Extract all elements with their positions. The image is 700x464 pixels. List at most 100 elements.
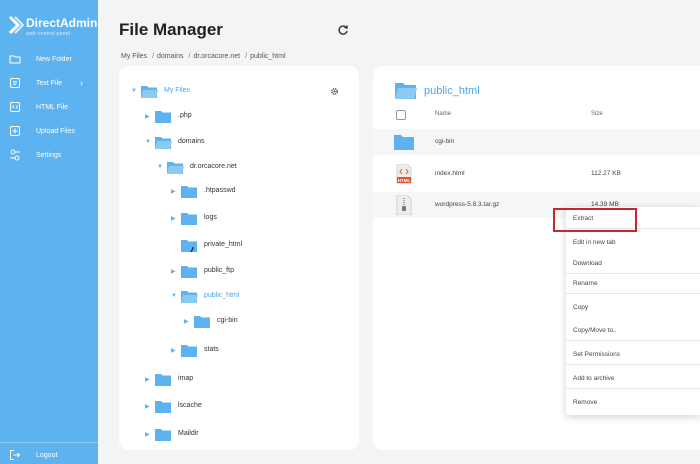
menu-item-label: Copy/Move to..	[573, 327, 617, 334]
menu-item-label: Copy	[573, 304, 589, 311]
tree-node[interactable]: ▶ lscache	[145, 399, 325, 417]
text-file-icon	[10, 78, 20, 88]
tree-node[interactable]: ▶ .htpasswd	[171, 184, 331, 202]
tree-node[interactable]: private_html	[171, 238, 331, 256]
menu-item-add-to-archive[interactable]: Add to archive	[566, 369, 700, 389]
caret-right-icon[interactable]: ▶	[145, 403, 153, 410]
menu-item-copy-move-to[interactable]: Copy/Move to..	[566, 321, 700, 341]
folder-icon	[181, 186, 197, 198]
tree-node[interactable]: ▶ stats	[171, 343, 331, 361]
caret-right-icon[interactable]: ▶	[171, 188, 179, 195]
sidebar-item-upload-files[interactable]: Upload Files	[0, 120, 98, 142]
caret-down-icon[interactable]: ▼	[131, 88, 139, 94]
caret-right-icon[interactable]: ▶	[145, 113, 153, 120]
caret-right-icon[interactable]: ▶	[171, 268, 179, 275]
sidebar-item-new-folder[interactable]: New Folder	[0, 48, 98, 70]
gear-icon[interactable]	[330, 87, 339, 96]
caret-down-icon[interactable]: ▼	[157, 164, 165, 170]
breadcrumb-separator: /	[188, 53, 191, 60]
tree-node-label: .php	[178, 112, 192, 119]
breadcrumb-separator: /	[152, 53, 155, 60]
tree-node[interactable]: ▶ logs	[171, 211, 331, 229]
tree-node[interactable]: ▶ Maildir	[145, 427, 325, 445]
tree-node[interactable]: ▶ cgi-bin	[184, 314, 334, 332]
sidebar-item-settings[interactable]: Settings	[0, 144, 98, 166]
sidebar-item-label: Settings	[36, 151, 62, 159]
tree-node-label: stats	[204, 346, 219, 353]
html-file-icon: HTML	[396, 164, 412, 184]
tree-node-public-html[interactable]: ▼ public_html	[171, 289, 331, 307]
menu-item-label: Set Permissions	[573, 351, 620, 358]
folder-outline-icon	[9, 55, 21, 64]
brand-name: DirectAdmin	[26, 16, 98, 30]
folder-open-icon	[395, 83, 417, 99]
folder-icon	[155, 429, 171, 441]
folder-icon	[181, 213, 197, 225]
caret-right-icon[interactable]: ▶	[184, 318, 192, 325]
caret-right-icon[interactable]: ▶	[145, 431, 153, 438]
archive-file-icon	[396, 195, 412, 215]
tree-node[interactable]: ▶ imap	[145, 372, 325, 390]
menu-item-set-permissions[interactable]: Set Permissions	[566, 345, 700, 365]
breadcrumb-item[interactable]: public_html	[250, 53, 285, 60]
folder-icon	[155, 374, 171, 386]
menu-item-remove[interactable]: Remove	[566, 393, 700, 413]
folder-open-icon	[141, 86, 158, 98]
tree-node-label: public_ftp	[204, 267, 234, 274]
logout-label: Logout	[36, 451, 58, 459]
caret-right-icon[interactable]: ▶	[171, 215, 179, 222]
tree-node-label: cgi-bin	[217, 317, 238, 324]
current-folder-title: public_html	[424, 85, 480, 97]
file-name: wordpress-5.8.3.tar.gz	[435, 201, 500, 208]
folder-icon	[194, 316, 210, 328]
breadcrumb-item[interactable]: dr.orcacore.net	[193, 53, 240, 60]
menu-item-rename[interactable]: Rename	[566, 274, 700, 294]
sidebar-item-html-file[interactable]: HTML File	[0, 96, 98, 118]
tree-node-my-files[interactable]: ▼ My Files	[131, 84, 331, 102]
menu-item-extract[interactable]: Extract	[566, 209, 700, 229]
sidebar-item-text-file[interactable]: Text File ›	[0, 72, 98, 94]
folder-tree-panel: ▼ My Files ▶ .php ▼ domains ▼ dr.orcacor…	[119, 66, 359, 450]
column-header-size[interactable]: Size	[591, 111, 603, 117]
tree-node[interactable]: ▶ .php	[145, 109, 325, 127]
caret-right-icon[interactable]: ▶	[145, 376, 153, 383]
breadcrumb-item[interactable]: domains	[157, 53, 183, 60]
menu-item-label: Rename	[573, 280, 598, 287]
column-header-name[interactable]: Name	[435, 111, 451, 117]
menu-item-label: Edit in new tab	[573, 239, 616, 246]
menu-item-label: Extract	[573, 215, 594, 222]
tree-node[interactable]: ▼ domains	[145, 135, 325, 153]
breadcrumb-item[interactable]: My Files	[121, 53, 147, 60]
caret-right-icon[interactable]: ▶	[171, 347, 179, 354]
folder-open-icon	[181, 291, 198, 303]
page-title: File Manager	[119, 20, 223, 39]
file-row[interactable]: cgi-bin	[373, 129, 700, 155]
sidebar: DirectAdmin web control panel New Folder…	[0, 0, 98, 464]
file-name: index.html	[435, 170, 465, 177]
file-row[interactable]: HTML index.html 112.27 KB	[373, 161, 700, 187]
menu-item-download[interactable]: Download	[566, 254, 700, 274]
tree-node-label: .htpasswd	[204, 187, 236, 194]
tree-node-label: imap	[178, 375, 194, 382]
menu-item-copy[interactable]: Copy	[566, 298, 700, 318]
caret-down-icon[interactable]: ▼	[145, 139, 153, 145]
directadmin-logo[interactable]: DirectAdmin web control panel	[8, 14, 98, 40]
settings-sliders-icon	[10, 149, 20, 161]
sidebar-divider	[0, 442, 98, 443]
sidebar-item-label: Text File	[36, 79, 63, 87]
file-size: 112.27 KB	[591, 170, 621, 177]
menu-item-label: Remove	[573, 399, 598, 406]
select-all-checkbox[interactable]	[396, 110, 406, 120]
tree-node[interactable]: ▶ public_ftp	[171, 264, 331, 282]
caret-down-icon[interactable]: ▼	[171, 293, 179, 299]
folder-icon	[155, 401, 171, 413]
refresh-icon[interactable]	[337, 24, 349, 36]
svg-text:HTML: HTML	[398, 178, 411, 183]
tree-node[interactable]: ▼ dr.orcacore.net	[157, 160, 327, 178]
logout-button[interactable]: Logout	[0, 444, 98, 464]
folder-link-icon	[181, 240, 197, 253]
tree-node-label: My Files	[164, 87, 191, 94]
tree-node-label: lscache	[178, 402, 202, 409]
tree-node-label: logs	[204, 214, 217, 221]
menu-item-edit-in-new-tab[interactable]: Edit in new tab	[566, 233, 700, 253]
